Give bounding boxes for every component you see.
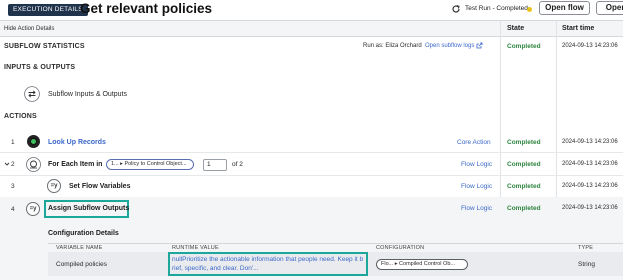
page-title: Get relevant policies xyxy=(80,1,213,16)
assign-outputs-icon: =y xyxy=(26,202,40,216)
column-header-state: State xyxy=(507,25,525,32)
action-label-look-up-records[interactable]: Look Up Records xyxy=(48,139,106,146)
lookup-records-icon-inner xyxy=(30,138,37,145)
action-start-time: 2024-09-13 14:23:06 xyxy=(562,161,618,167)
row-number: 3 xyxy=(11,183,15,190)
header-divider xyxy=(0,36,623,37)
open-button[interactable]: Open xyxy=(596,1,623,15)
action-type[interactable]: Flow Logic xyxy=(461,183,492,190)
subflow-state: Completed xyxy=(507,43,541,50)
action-state: Completed xyxy=(507,183,541,190)
external-link-icon[interactable] xyxy=(476,42,483,49)
row-number: 2 xyxy=(11,161,15,168)
subflow-inputs-outputs-item[interactable]: Subflow Inputs & Outputs xyxy=(48,91,127,98)
action-type[interactable]: Flow Logic xyxy=(461,205,492,212)
type-cell: String xyxy=(578,261,595,268)
table-divider xyxy=(48,243,623,244)
subflow-start-time: 2024-09-13 14:23:06 xyxy=(562,43,618,49)
inputs-outputs-icon xyxy=(24,86,40,102)
column-header-start-time: Start time xyxy=(562,25,595,32)
action-state: Completed xyxy=(507,205,541,212)
status-dot-icon xyxy=(527,7,532,12)
row-number: 1 xyxy=(11,139,15,146)
for-each-data-pill[interactable]: 1... ▸ Policy to Control Object... xyxy=(106,159,194,170)
action-label-for-each[interactable]: For Each Item in xyxy=(48,161,102,168)
variable-name-cell: Compiled policies xyxy=(56,261,107,268)
column-header-configuration: CONFIGURATION xyxy=(376,245,425,251)
actions-heading: ACTIONS xyxy=(4,113,37,120)
row-divider xyxy=(0,175,623,176)
set-variables-icon: =y xyxy=(47,179,61,193)
column-header-bar xyxy=(0,21,623,36)
column-header-runtime-value: RUNTIME VALUE xyxy=(172,245,219,251)
column-header-type: TYPE xyxy=(578,245,594,251)
configuration-details-heading: Configuration Details xyxy=(48,230,119,237)
for-each-icon xyxy=(26,157,41,172)
test-run-status: Test Run - Completed xyxy=(465,5,528,12)
action-state: Completed xyxy=(507,139,541,146)
row-number: 4 xyxy=(11,206,15,213)
open-subflow-logs-link[interactable]: Open subflow logs xyxy=(425,43,474,49)
run-as-label: Run as: Eliza Orchard xyxy=(363,43,422,49)
iteration-total: of 2 xyxy=(232,161,243,168)
action-state: Completed xyxy=(507,161,541,168)
inputs-outputs-heading: INPUTS & OUTPUTS xyxy=(4,64,76,71)
action-type[interactable]: Flow Logic xyxy=(461,161,492,168)
configuration-data-pill[interactable]: Flo... ▸ Compiled Control Ob... xyxy=(376,259,468,270)
action-start-time: 2024-09-13 14:23:06 xyxy=(562,139,618,145)
hide-action-details-link[interactable]: Hide Action Details xyxy=(4,26,54,32)
action-label-set-flow-variables[interactable]: Set Flow Variables xyxy=(69,183,130,190)
execution-details-badge: EXECUTION DETAILS xyxy=(8,4,88,16)
row-divider xyxy=(0,152,623,153)
action-start-time: 2024-09-13 14:23:06 xyxy=(562,205,618,211)
refresh-icon[interactable] xyxy=(451,4,461,14)
iteration-index-input[interactable]: 1 xyxy=(203,159,227,171)
action-label-assign-subflow-outputs[interactable]: Assign Subflow Outputs xyxy=(48,205,129,212)
column-header-variable-name: VARIABLE NAME xyxy=(56,245,103,251)
open-flow-button[interactable]: Open flow xyxy=(539,1,590,15)
action-start-time: 2024-09-13 14:23:06 xyxy=(562,183,618,189)
runtime-value-cell[interactable]: nullPrioritize the actionable informatio… xyxy=(172,255,366,273)
action-type[interactable]: Core Action xyxy=(457,139,491,146)
subflow-statistics-heading: SUBFLOW STATISTICS xyxy=(4,43,85,50)
